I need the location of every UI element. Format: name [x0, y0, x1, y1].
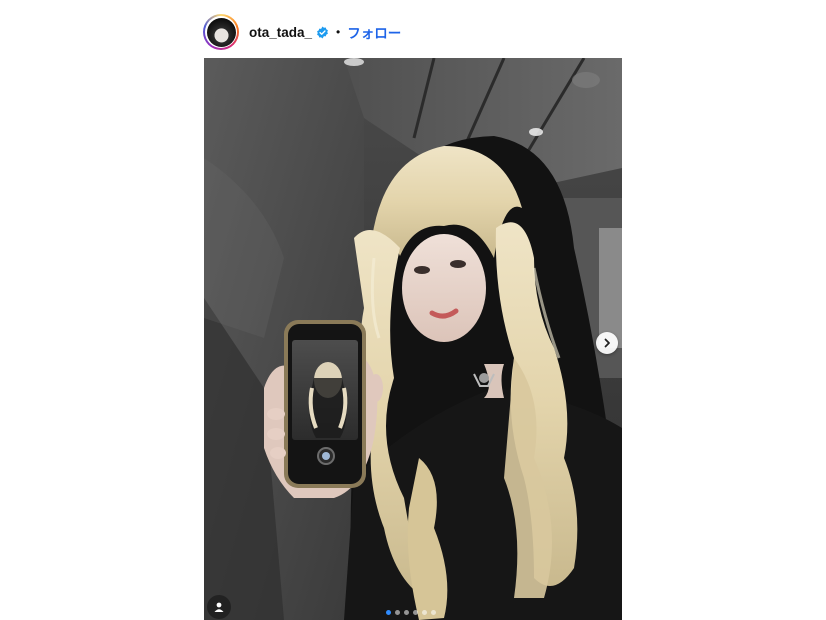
verified-badge-icon	[317, 26, 328, 38]
carousel-dot	[395, 610, 400, 615]
carousel-dot	[404, 610, 409, 615]
username[interactable]: ota_tada_	[249, 25, 312, 40]
post-header: ota_tada_ • フォロー	[203, 12, 401, 52]
mirror-selfie-photo	[204, 58, 622, 620]
next-slide-button[interactable]	[596, 332, 618, 354]
post-image[interactable]	[204, 58, 622, 620]
follow-button[interactable]: フォロー	[347, 22, 401, 42]
chevron-right-icon	[604, 338, 610, 348]
carousel-dot	[431, 610, 436, 615]
carousel-dot	[413, 610, 418, 615]
carousel-indicator	[386, 610, 436, 615]
carousel-dot	[386, 610, 391, 615]
carousel-dot	[422, 610, 427, 615]
avatar[interactable]	[206, 17, 236, 47]
header-separator: •	[336, 25, 341, 39]
person-icon	[214, 602, 224, 612]
tagged-users-button[interactable]	[207, 595, 231, 619]
instagram-post: ota_tada_ • フォロー	[0, 0, 826, 620]
avatar-story-ring[interactable]	[203, 14, 239, 50]
